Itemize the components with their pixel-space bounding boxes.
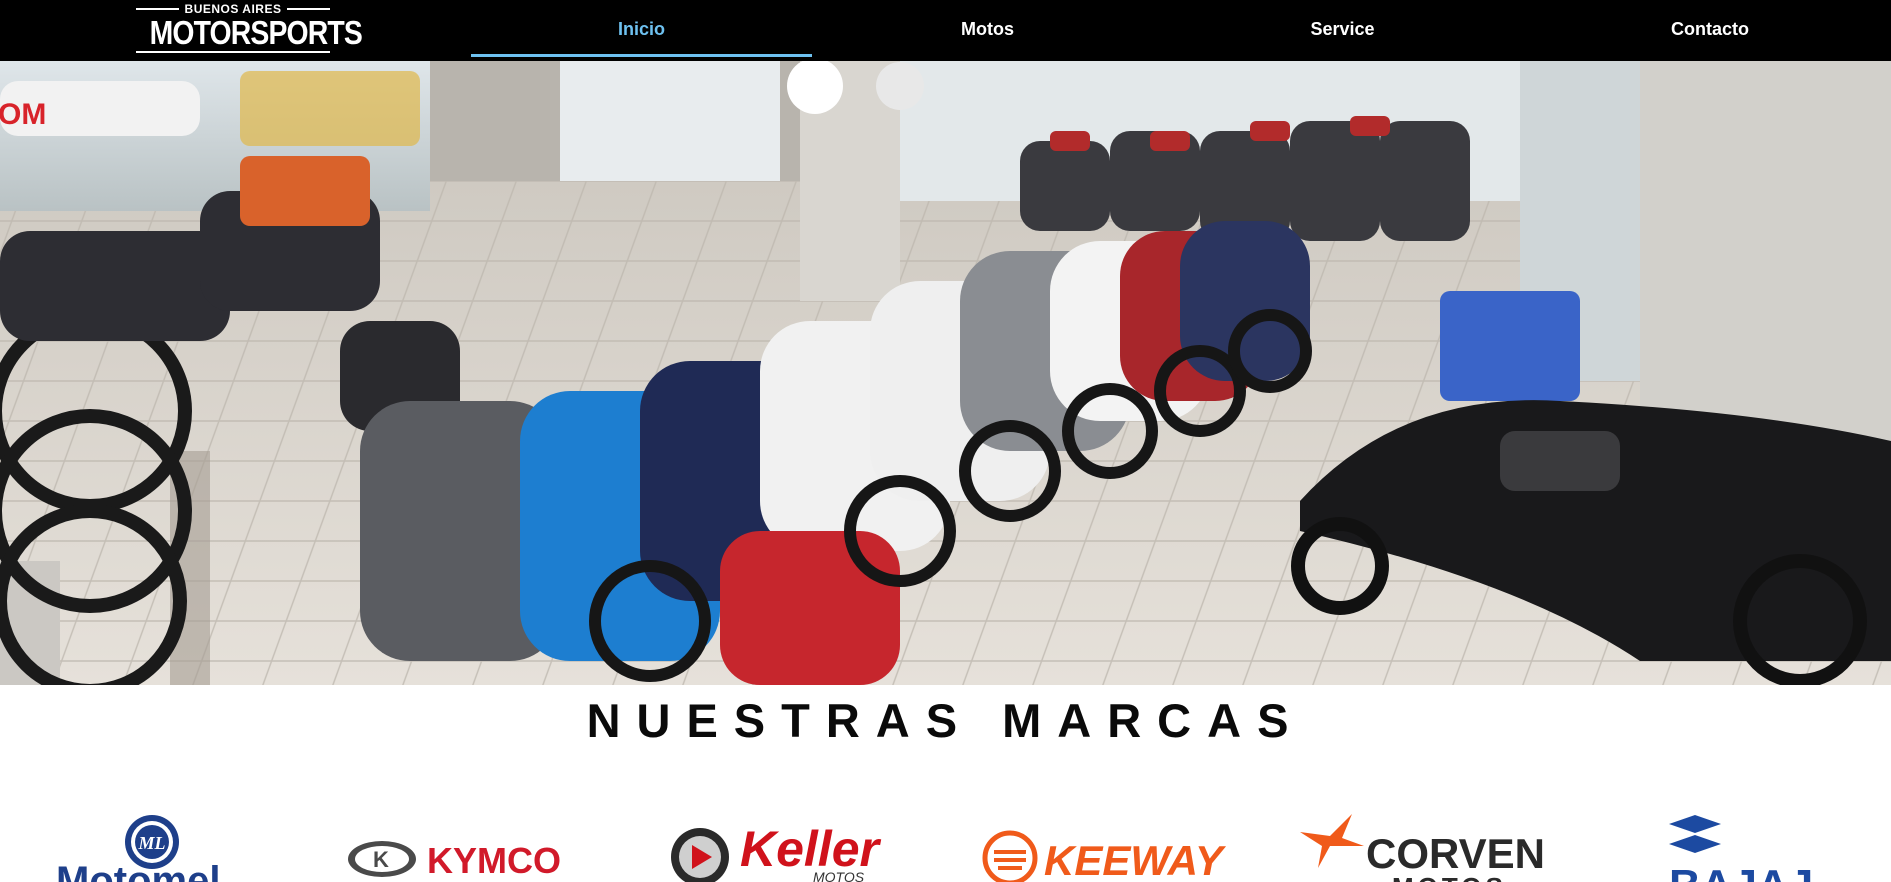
site-logo[interactable]: BUENOS AIRES MOTORSPORTS <box>136 2 363 56</box>
corven-subtext: MOTOS <box>1392 872 1507 882</box>
corven-logo: CORVEN MOTOS <box>1300 814 1545 882</box>
brand-logo-bajaj[interactable]: BAJAJ <box>1655 810 1891 882</box>
showroom-photo: OM <box>0 61 1891 685</box>
brands-section-title: NUESTRAS MARCAS <box>586 694 1305 747</box>
bajaj-emblem-icon <box>1669 815 1721 853</box>
bajaj-logo: BAJAJ <box>1669 815 1813 882</box>
keller-subtext: MOTOS <box>813 869 865 882</box>
nav-item-motos[interactable]: Motos <box>890 0 1085 58</box>
kymco-wordmark: KYMCO <box>427 840 561 881</box>
brand-logo-corven[interactable]: CORVEN MOTOS <box>1300 810 1545 882</box>
brand-logo-kymco[interactable]: K KYMCO <box>347 810 592 882</box>
keeway-logo: KEEWAY <box>982 830 1227 882</box>
corven-bird-icon <box>1300 814 1364 868</box>
bajaj-wordmark: BAJAJ <box>1669 861 1813 882</box>
brand-logo-motomel[interactable]: ML Motomel <box>58 810 248 882</box>
logo-underline <box>136 51 330 53</box>
keller-logo: Keller MOTOS <box>671 821 882 882</box>
motomel-emblem: ML Motomel <box>58 815 220 882</box>
kymco-logo: K KYMCO <box>348 840 561 881</box>
brand-logo-keeway[interactable]: KEEWAY <box>982 810 1232 882</box>
hero-image: OM <box>0 61 1891 685</box>
brand-logo-keller[interactable]: Keller MOTOS <box>668 810 913 882</box>
top-navbar: BUENOS AIRES MOTORSPORTS Inicio Motos Se… <box>0 0 1891 61</box>
svg-text:ML: ML <box>138 833 166 853</box>
nav-item-inicio[interactable]: Inicio <box>471 0 812 58</box>
logo-title: MOTORSPORTS <box>149 14 363 51</box>
motomel-wordmark: Motomel <box>58 859 220 882</box>
corven-wordmark: CORVEN <box>1366 830 1545 877</box>
svg-text:OM: OM <box>0 98 46 131</box>
nav-item-contacto[interactable]: Contacto <box>1610 0 1810 58</box>
svg-text:K: K <box>373 847 389 872</box>
nav-item-service[interactable]: Service <box>1250 0 1435 58</box>
keeway-wordmark: KEEWAY <box>1044 837 1227 882</box>
